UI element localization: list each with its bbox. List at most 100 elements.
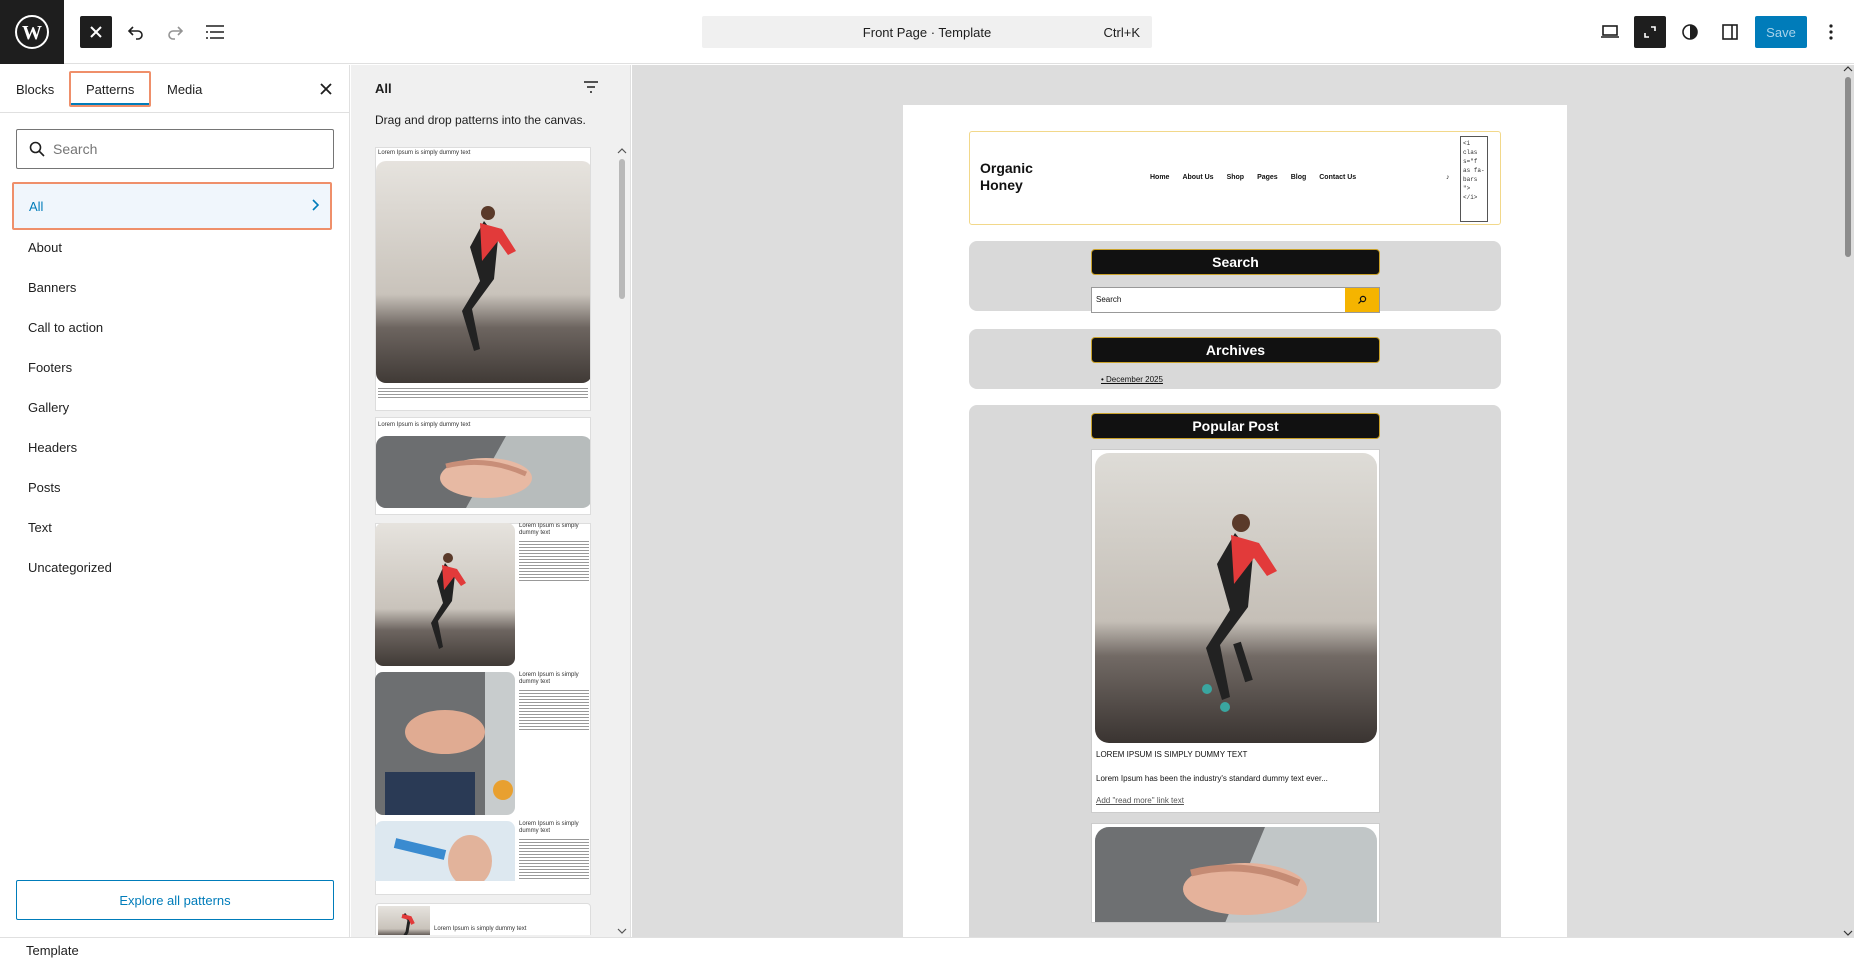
close-inserter-button[interactable] <box>80 16 112 48</box>
preview-image <box>376 436 590 508</box>
preview-image <box>378 906 430 935</box>
scroll-up-icon <box>1843 66 1853 72</box>
shortcut-hint: Ctrl+K <box>1103 25 1140 40</box>
save-button[interactable]: Save <box>1755 16 1807 48</box>
post-image <box>1095 453 1377 743</box>
nav-item-pages[interactable]: Pages <box>1257 174 1278 181</box>
widget-search-input: Search <box>1096 295 1122 304</box>
tab-patterns[interactable]: Patterns <box>69 71 152 107</box>
popular-post-widget: Popular Post LOREM IPSUM IS SIMPLY DUMMY… <box>969 405 1501 937</box>
scroll-down-icon <box>617 928 627 934</box>
scrollbar-thumb[interactable] <box>1845 77 1851 257</box>
scroll-up-icon <box>617 148 627 154</box>
widget-title: Search <box>1091 249 1380 275</box>
undo-button[interactable] <box>120 16 152 48</box>
category-posts[interactable]: Posts <box>28 480 61 495</box>
styles-button[interactable] <box>1674 16 1706 48</box>
zoom-out-button[interactable] <box>1634 16 1666 48</box>
category-gallery[interactable]: Gallery <box>28 400 69 415</box>
block-breadcrumb-footer: Template <box>0 937 1854 961</box>
category-about[interactable]: About <box>28 240 62 255</box>
pattern-preview[interactable]: Lorem Ipsum is simply dummy text <box>375 417 591 515</box>
preview-text-lines <box>378 388 588 399</box>
site-editor: W Front Page · Template Ctrl+K Save Bloc… <box>0 0 1854 961</box>
list-view-icon <box>206 25 224 39</box>
document-overview-button[interactable] <box>199 16 231 48</box>
contrast-icon <box>1682 24 1698 40</box>
pattern-preview[interactable]: Lorem Ipsum is simply dummy text Lorem I… <box>375 523 591 895</box>
search-input[interactable] <box>53 130 323 168</box>
close-panel-button[interactable] <box>316 79 336 99</box>
preview-caption: Lorem Ipsum is simply dummy text <box>519 672 579 685</box>
panel-hint: Drag and drop patterns into the canvas. <box>375 113 586 127</box>
close-icon <box>320 83 332 95</box>
block-inserter-panel: Blocks Patterns Media All About Banners … <box>0 65 350 937</box>
template-title: Front Page · Template <box>862 25 992 40</box>
filter-button[interactable] <box>582 79 600 100</box>
preview-text-lines <box>519 541 589 581</box>
svg-text:W: W <box>22 22 42 44</box>
scrollbar-thumb[interactable] <box>619 159 625 299</box>
nav-item-about-us[interactable]: About Us <box>1182 174 1213 181</box>
breadcrumb-template[interactable]: Template <box>26 943 79 958</box>
pattern-list-scrollbar[interactable] <box>617 147 627 935</box>
preview-caption: Lorem Ipsum is simply dummy text <box>434 926 527 932</box>
tab-media[interactable]: Media <box>167 65 202 113</box>
filter-icon <box>584 81 598 93</box>
nav-item-shop[interactable]: Shop <box>1227 174 1245 181</box>
site-header[interactable]: Organic Honey Home About Us Shop Pages B… <box>969 131 1501 225</box>
search-icon <box>1358 295 1367 304</box>
redo-icon <box>168 26 184 40</box>
read-more-link[interactable]: Add "read more" link text <box>1096 796 1184 805</box>
pattern-preview[interactable]: Lorem Ipsum is simply dummy text <box>375 147 591 411</box>
post-title[interactable]: LOREM IPSUM IS SIMPLY DUMMY TEXT <box>1096 750 1247 759</box>
preview-image <box>376 161 590 383</box>
pattern-search <box>16 129 334 169</box>
chevron-right-icon <box>312 199 320 211</box>
search-widget: Search Search <box>969 241 1501 313</box>
preview-caption: Lorem Ipsum is simply dummy text <box>519 821 579 834</box>
preview-caption: Lorem Ipsum is simply dummy text <box>519 523 579 536</box>
pattern-category-panel: All Drag and drop patterns into the canv… <box>351 65 631 937</box>
category-footers[interactable]: Footers <box>28 360 72 375</box>
editor-canvas: Organic Honey Home About Us Shop Pages B… <box>632 65 1854 937</box>
site-title[interactable]: Organic Honey <box>980 160 1050 194</box>
nav-item-contact-us[interactable]: Contact Us <box>1319 174 1356 181</box>
close-icon <box>90 26 102 38</box>
pattern-preview[interactable]: Lorem Ipsum is simply dummy text <box>375 903 591 935</box>
sidebar-icon <box>1722 24 1738 40</box>
settings-button[interactable] <box>1714 16 1746 48</box>
preview-image <box>375 821 515 881</box>
widget-title: Archives <box>1091 337 1380 363</box>
options-button[interactable] <box>1815 16 1847 48</box>
canvas-scrollbar[interactable] <box>1842 65 1854 937</box>
redo-button[interactable] <box>159 16 191 48</box>
category-headers[interactable]: Headers <box>28 440 77 455</box>
post-card[interactable] <box>1091 823 1380 923</box>
widget-search-button[interactable] <box>1345 288 1379 312</box>
preview-image <box>375 672 515 815</box>
nav-item-home[interactable]: Home <box>1150 174 1169 181</box>
template-page: Organic Honey Home About Us Shop Pages B… <box>903 105 1567 937</box>
explore-all-patterns-button[interactable]: Explore all patterns <box>16 880 334 920</box>
widget-title: Popular Post <box>1091 413 1380 439</box>
post-card[interactable]: LOREM IPSUM IS SIMPLY DUMMY TEXT Lorem I… <box>1091 449 1380 813</box>
nav-item-blog[interactable]: Blog <box>1291 174 1307 181</box>
wordpress-logo-icon[interactable]: W <box>0 0 64 64</box>
custom-html-block[interactable]: <i clas s="f as fa- bars "> </i> <box>1460 136 1488 222</box>
undo-icon <box>127 26 143 40</box>
category-uncategorized[interactable]: Uncategorized <box>28 560 112 575</box>
fullscreen-icon <box>1644 26 1656 38</box>
category-all[interactable]: All <box>12 182 332 230</box>
navigation: Home About Us Shop Pages Blog Contact Us <box>1150 174 1356 181</box>
header-glyph: ♪ <box>1446 174 1450 181</box>
widget-search-field[interactable]: Search <box>1091 287 1380 313</box>
category-text[interactable]: Text <box>28 520 52 535</box>
archive-link[interactable]: December 2025 <box>1101 375 1163 384</box>
command-palette-bar[interactable]: Front Page · Template Ctrl+K <box>702 16 1152 48</box>
tab-blocks[interactable]: Blocks <box>16 65 54 113</box>
category-call-to-action[interactable]: Call to action <box>28 320 103 335</box>
view-button[interactable] <box>1594 16 1626 48</box>
category-banners[interactable]: Banners <box>28 280 76 295</box>
post-excerpt: Lorem Ipsum has been the industry's stan… <box>1096 774 1328 783</box>
